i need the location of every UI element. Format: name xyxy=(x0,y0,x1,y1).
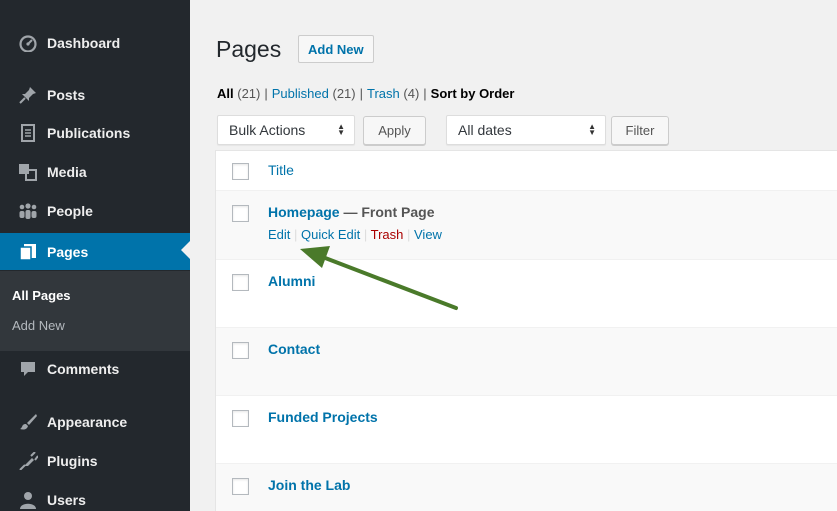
menu-comments-label: Comments xyxy=(47,361,120,377)
table-row: Join the Lab xyxy=(216,464,837,511)
pin-icon xyxy=(18,85,38,105)
dates-select[interactable]: All dates ▲ ▼ xyxy=(446,115,606,145)
menu-pages[interactable]: Pages xyxy=(0,233,190,270)
edit-link[interactable]: Edit xyxy=(268,227,290,242)
people-icon xyxy=(18,201,38,221)
row-checkbox[interactable] xyxy=(232,205,249,222)
row-checkbox[interactable] xyxy=(232,410,249,427)
filter-trash[interactable]: Trash (4) xyxy=(367,86,419,101)
plug-icon xyxy=(18,451,38,471)
select-arrows-icon: ▲ ▼ xyxy=(588,122,596,137)
bulk-actions-select[interactable]: Bulk Actions ▲ ▼ xyxy=(217,115,355,145)
brush-icon xyxy=(18,412,38,432)
media-icon xyxy=(18,162,38,182)
add-new-page-button[interactable]: Add New xyxy=(298,35,374,63)
menu-media-label: Media xyxy=(47,164,87,180)
menu-plugins-label: Plugins xyxy=(47,453,98,469)
row-title-funded-projects[interactable]: Funded Projects xyxy=(268,409,378,425)
menu-publications[interactable]: Publications xyxy=(0,116,190,150)
quick-edit-link[interactable]: Quick Edit xyxy=(301,227,360,242)
select-all-checkbox[interactable] xyxy=(232,163,249,180)
admin-sidebar: Dashboard Posts Publications Media Peopl… xyxy=(0,0,190,511)
menu-publications-label: Publications xyxy=(47,125,131,141)
menu-dashboard-label: Dashboard xyxy=(47,35,121,51)
dashboard-icon xyxy=(18,33,38,53)
table-row: Funded Projects xyxy=(216,396,837,464)
status-filter-links: All (21) | Published (21) | Trash (4) | Sort b… xyxy=(217,86,515,101)
table-header-row: Title xyxy=(216,151,837,191)
menu-appearance[interactable]: Appearance xyxy=(0,405,190,439)
row-checkbox[interactable] xyxy=(232,478,249,495)
menu-media[interactable]: Media xyxy=(0,155,190,189)
dates-value: All dates xyxy=(458,122,512,138)
menu-users-label: Users xyxy=(47,492,86,508)
pages-icon xyxy=(18,242,38,262)
row-checkbox[interactable] xyxy=(232,342,249,359)
menu-posts[interactable]: Posts xyxy=(0,78,190,112)
menu-appearance-label: Appearance xyxy=(47,414,128,430)
menu-posts-label: Posts xyxy=(47,87,86,103)
bulk-actions-value: Bulk Actions xyxy=(229,122,306,138)
apply-button[interactable]: Apply xyxy=(363,116,426,145)
menu-plugins[interactable]: Plugins xyxy=(0,444,190,478)
filter-all[interactable]: All (21) xyxy=(217,86,260,101)
menu-comments[interactable]: Comments xyxy=(0,352,190,386)
row-title-join-the-lab[interactable]: Join the Lab xyxy=(268,477,350,493)
filter-button[interactable]: Filter xyxy=(611,116,669,145)
user-icon xyxy=(18,490,38,510)
submenu-add-new[interactable]: Add New xyxy=(12,318,65,333)
comment-icon xyxy=(18,359,38,379)
menu-people[interactable]: People xyxy=(0,194,190,228)
row-actions: Edit | Quick Edit | Trash | View xyxy=(268,227,442,242)
submenu-all-pages[interactable]: All Pages xyxy=(12,288,71,303)
row-title-homepage[interactable]: Homepage — Front Page xyxy=(268,204,434,220)
main-content: Pages Add New All (21) | Published (21) | Tr… xyxy=(190,0,837,511)
menu-pages-label: Pages xyxy=(47,243,89,260)
row-title-contact[interactable]: Contact xyxy=(268,341,320,357)
row-title-alumni[interactable]: Alumni xyxy=(268,273,315,289)
menu-people-label: People xyxy=(47,203,93,219)
view-link[interactable]: View xyxy=(414,227,442,242)
pages-submenu: All Pages Add New xyxy=(0,271,190,351)
table-row: Contact xyxy=(216,328,837,396)
menu-users[interactable]: Users xyxy=(0,483,190,511)
pages-table: Title Homepage — Front Page Edit | Quick… xyxy=(215,150,837,511)
document-icon xyxy=(18,123,38,143)
table-row: Alumni xyxy=(216,260,837,328)
select-arrows-icon: ▲ ▼ xyxy=(337,122,345,137)
sort-by-order-link[interactable]: Sort by Order xyxy=(431,86,515,101)
row-checkbox[interactable] xyxy=(232,274,249,291)
table-row: Homepage — Front Page Edit | Quick Edit … xyxy=(216,191,837,260)
filter-published[interactable]: Published (21) xyxy=(272,86,356,101)
trash-link[interactable]: Trash xyxy=(371,227,404,242)
page-title: Pages xyxy=(216,36,282,62)
title-column-header[interactable]: Title xyxy=(268,162,294,178)
menu-dashboard[interactable]: Dashboard xyxy=(0,26,190,60)
